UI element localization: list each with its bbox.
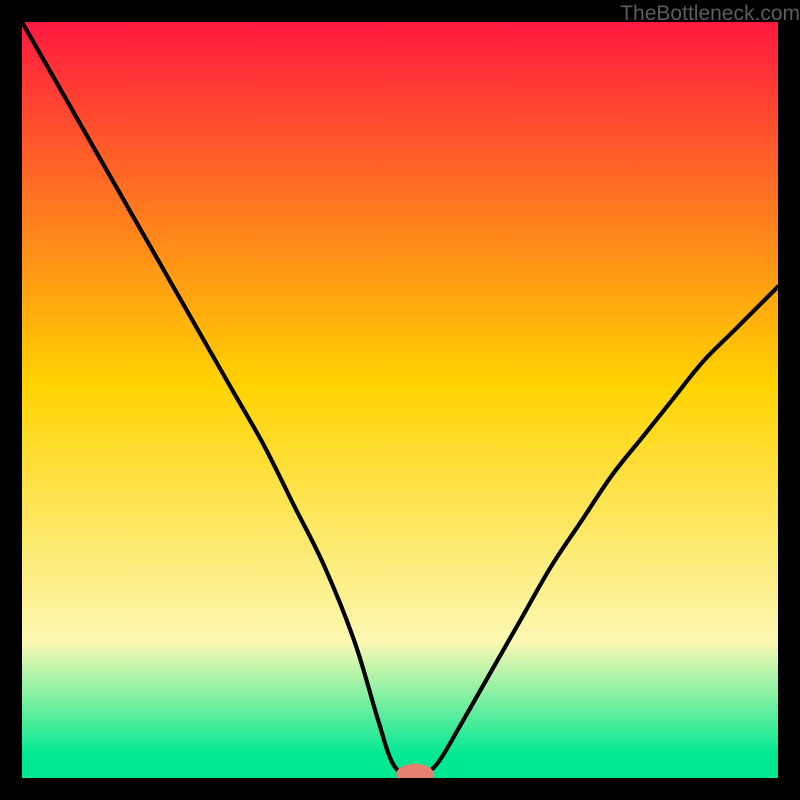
chart-svg: [22, 22, 778, 778]
plot-area: [22, 22, 778, 778]
gradient-background: [22, 22, 778, 778]
chart-frame: TheBottleneck.com: [0, 0, 800, 800]
